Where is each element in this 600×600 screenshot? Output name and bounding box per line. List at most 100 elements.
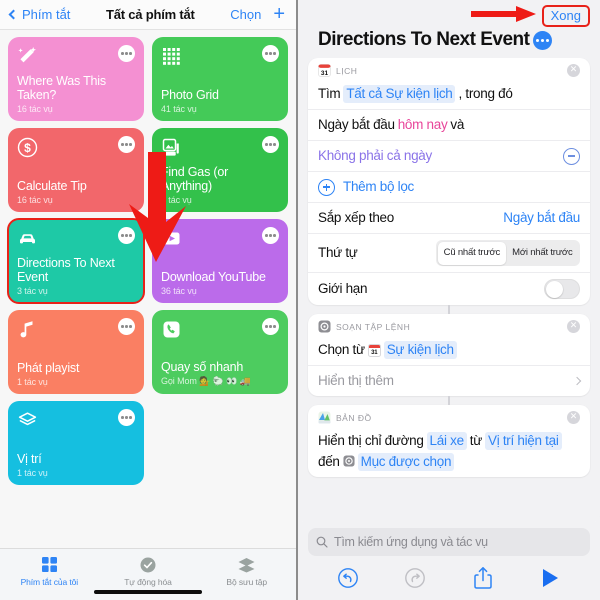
remove-action-button[interactable]: ✕ <box>567 411 580 424</box>
svg-text:$: $ <box>24 141 31 155</box>
shortcut-menu-button[interactable] <box>118 227 135 244</box>
action-row[interactable]: Thêm bộ lọc <box>308 171 590 202</box>
action-row[interactable]: Ngày bắt đầu hôm nay và <box>308 109 590 140</box>
shortcut-card-header <box>17 318 135 340</box>
shortcut-card[interactable]: Photo Grid 41 tác vụ <box>152 37 288 121</box>
shortcut-card-header <box>161 45 279 67</box>
action-row[interactable]: Hiển thị chỉ đường Lái xe từ Vị trí hiện tạ… <box>308 426 590 477</box>
shortcut-card[interactable]: $ Calculate Tip 16 tác vụ <box>8 128 144 212</box>
shortcut-card[interactable]: Quay số nhanh Gọi Mom 💁 🐑 👀 🚚 <box>152 310 288 394</box>
row-token[interactable]: Vị trí hiện tại <box>484 432 562 450</box>
remove-action-button[interactable]: ✕ <box>567 64 580 77</box>
shortcut-card-body: Photo Grid 41 tác vụ <box>161 88 279 114</box>
tab-automation[interactable]: Tự động hóa <box>99 555 198 587</box>
row-text: , trong đó <box>458 86 513 101</box>
play-button[interactable] <box>517 567 585 589</box>
search-input[interactable]: Tìm kiếm ứng dụng và tác vụ <box>308 528 590 556</box>
row-token[interactable]: Lái xe <box>426 432 467 450</box>
shortcut-card-body: Calculate Tip 16 tác vụ <box>17 179 135 205</box>
add-shortcut-button[interactable]: + <box>273 4 285 24</box>
order-label: Thứ tự <box>318 245 358 260</box>
order-option[interactable]: Mới nhất trước <box>506 242 578 265</box>
home-indicator-left <box>94 590 202 594</box>
navigation-bar: Phím tắt Tất cả phím tắt Chọn + <box>0 0 296 30</box>
shortcut-card[interactable]: Phát playist 1 tác vụ <box>8 310 144 394</box>
shortcut-card[interactable]: Download YouTube 36 tác vụ <box>152 219 288 303</box>
shortcut-menu-button[interactable] <box>118 318 135 335</box>
shortcut-menu-button[interactable] <box>262 45 279 62</box>
svg-text:31: 31 <box>321 70 329 77</box>
shortcut-action-count: 1 tác vụ <box>17 468 48 478</box>
share-icon <box>473 567 492 589</box>
select-button[interactable]: Chọn <box>230 7 261 22</box>
row-token[interactable]: hôm nay <box>398 116 448 134</box>
action-row[interactable]: Thứ tự Cũ nhất trước Mới nhất trước <box>308 233 590 272</box>
layers-icon <box>237 555 256 574</box>
blue-ellipsis-icon[interactable] <box>533 30 553 50</box>
shortcut-menu-button[interactable] <box>262 136 279 153</box>
row-text: và <box>450 117 465 132</box>
done-button[interactable]: Xong <box>541 5 590 27</box>
action-row[interactable]: Chọn từ 31 Sự kiện lịch <box>308 335 590 365</box>
row-token[interactable]: Không phải cả ngày <box>318 147 432 165</box>
shortcuts-list-pane: Phím tắt Tất cả phím tắt Chọn + Where Wa… <box>0 0 298 600</box>
search-icon <box>316 536 328 548</box>
sort-label: Sắp xếp theo <box>318 210 394 225</box>
sort-value[interactable]: Ngày bắt đầu <box>503 209 580 227</box>
shortcut-card-body: Where Was This Taken? 16 tác vụ <box>17 74 135 114</box>
shortcut-card-header <box>17 227 135 249</box>
action-connector <box>448 396 450 405</box>
share-button[interactable] <box>449 566 517 590</box>
actions-scroll-area[interactable]: 31 LỊCH ✕ Tìm Tất cả Sự kiện lịch, trong đó N… <box>298 58 600 522</box>
action-row[interactable]: Giới hạn <box>308 272 590 305</box>
page-title: Tất cả phím tắt <box>105 7 195 22</box>
tab-gallery[interactable]: Bộ sưu tập <box>197 555 296 587</box>
editor-topbar: Xong <box>308 4 590 28</box>
shortcut-card-body: Phát playist 1 tác vụ <box>17 361 135 387</box>
minus-circle-icon[interactable] <box>563 147 580 165</box>
shortcut-menu-button[interactable] <box>118 45 135 62</box>
shortcut-title: Calculate Tip <box>17 179 87 193</box>
shortcut-card[interactable]: Find Gas (or Anything) 3 tác vụ <box>152 128 288 212</box>
remove-action-button[interactable]: ✕ <box>567 320 580 333</box>
shortcut-action-count: 3 tác vụ <box>17 286 48 296</box>
row-text: từ <box>469 433 483 448</box>
shortcut-card-header <box>161 227 279 249</box>
action-row[interactable]: Không phải cả ngày <box>308 140 590 171</box>
add-filter-label: Thêm bộ lọc <box>343 179 414 194</box>
undo-icon <box>337 568 358 588</box>
shortcut-menu-button[interactable] <box>262 318 279 335</box>
car-icon <box>17 227 39 249</box>
shortcut-menu-button[interactable] <box>262 227 279 244</box>
shortcut-card[interactable]: Vị trí 1 tác vụ <box>8 401 144 485</box>
action-app-label: SOẠN TẬP LỆNH <box>336 321 411 332</box>
plus-circle-icon[interactable] <box>318 178 335 196</box>
row-token[interactable]: Sự kiện lịch <box>383 341 457 359</box>
back-button[interactable]: Phím tắt <box>8 7 70 22</box>
shortcut-menu-button[interactable] <box>118 136 135 153</box>
order-segmented-control[interactable]: Cũ nhất trước Mới nhất trước <box>436 240 580 266</box>
undo-button[interactable] <box>314 567 382 589</box>
limit-toggle[interactable] <box>544 279 580 299</box>
scripting-gear-icon <box>343 453 355 471</box>
shortcut-card[interactable]: Directions To Next Event 3 tác vụ <box>7 218 145 304</box>
action-row[interactable]: Hiển thị thêm <box>308 365 590 396</box>
shortcut-action-count: 36 tác vụ <box>161 286 197 296</box>
search-placeholder: Tìm kiếm ứng dụng và tác vụ <box>334 535 488 549</box>
phone-icon <box>161 318 183 340</box>
gas-photo-icon <box>161 136 183 158</box>
row-text: đến <box>318 454 340 469</box>
limit-label: Giới hạn <box>318 281 368 296</box>
tab-my-shortcuts[interactable]: Phím tắt của tôi <box>0 555 99 587</box>
action-row[interactable]: Tìm Tất cả Sự kiện lịch, trong đó <box>308 79 590 109</box>
shortcut-card[interactable]: Where Was This Taken? 16 tác vụ <box>8 37 144 121</box>
shortcuts-scroll-area[interactable]: Where Was This Taken? 16 tác vụ Photo Grid… <box>0 30 296 548</box>
back-label: Phím tắt <box>22 7 71 22</box>
row-token[interactable]: Tất cả Sự kiện lịch <box>343 85 456 103</box>
order-option[interactable]: Cũ nhất trước <box>437 241 507 265</box>
redo-button[interactable] <box>382 567 450 589</box>
shortcut-menu-button[interactable] <box>118 409 135 426</box>
row-text: Ngày bắt đầu <box>318 117 395 132</box>
row-token[interactable]: Mục được chọn <box>357 453 455 471</box>
action-row[interactable]: Sắp xếp theo Ngày bắt đầu <box>308 202 590 233</box>
